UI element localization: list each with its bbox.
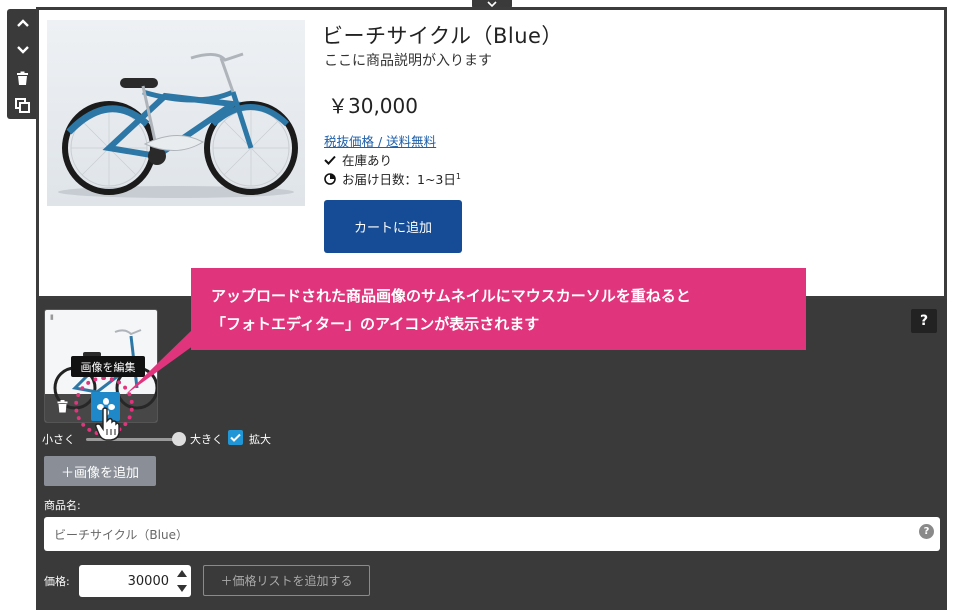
delivery-footnote: 1 [455, 171, 461, 181]
delete-block-button[interactable] [7, 65, 38, 91]
clock-icon [324, 172, 336, 185]
checkmark-icon [230, 433, 241, 442]
product-description: ここに商品説明が入ります [324, 53, 492, 69]
zoom-checkbox[interactable] [228, 430, 243, 445]
price-input[interactable] [79, 565, 191, 597]
size-small-label: 小さく [42, 433, 75, 446]
product-price: ￥30,000 [328, 94, 418, 118]
product-title: ビーチサイクル（Blue） [322, 24, 563, 48]
trash-icon [57, 399, 67, 412]
caret-down-icon[interactable] [177, 585, 187, 592]
product-name-input[interactable] [44, 517, 940, 551]
delivery-info: お届け日数：1~3日1 [324, 169, 461, 188]
callout-box: アップロードされた商品画像のサムネイルにマウスカーソルを重ねると 「フォトエディ… [191, 268, 806, 350]
zoom-label: 拡大 [249, 433, 271, 446]
delivery-label: お届け日数：1~3日1 [342, 169, 461, 188]
delivery-text: お届け日数：1~3日 [342, 172, 456, 187]
page: ビーチサイクル（Blue） ここに商品説明が入ります ￥30,000 税抜価格 … [0, 0, 960, 610]
thumbnail-size-control: 小さく 大きく 拡大 [42, 430, 292, 448]
product-preview: ビーチサイクル（Blue） ここに商品説明が入ります ￥30,000 税抜価格 … [36, 7, 947, 299]
product-name-label: 商品名: [44, 499, 81, 512]
check-icon [324, 155, 336, 165]
help-button[interactable]: ? [911, 309, 937, 333]
callout-line-2: 「フォトエディター」のアイコンが表示されます [211, 315, 540, 333]
move-down-button[interactable] [7, 37, 38, 63]
hand-cursor-icon [95, 407, 120, 441]
duplicate-block-button[interactable] [7, 92, 38, 118]
add-to-cart-button[interactable]: カートに追加 [324, 200, 462, 253]
size-large-label: 大きく [190, 433, 223, 446]
stock-label: 在庫あり [342, 153, 393, 168]
block-toolbar [7, 9, 38, 119]
caret-up-icon[interactable] [177, 570, 187, 577]
add-image-button[interactable]: ＋画像を追加 [44, 456, 156, 486]
move-up-button[interactable] [7, 10, 38, 36]
stock-status: 在庫あり [324, 150, 392, 169]
add-price-list-button[interactable]: ＋価格リストを追加する [203, 565, 370, 596]
callout-line-1: アップロードされた商品画像のサムネイルにマウスカーソルを重ねると [211, 287, 691, 305]
price-stepper[interactable] [176, 570, 188, 592]
question-icon[interactable]: ? [919, 524, 934, 539]
trash-icon [17, 71, 28, 85]
tax-shipping-link[interactable]: 税抜価格 / 送料無料 [324, 131, 436, 150]
chevron-down-icon [16, 46, 29, 54]
price-label: 価格: [44, 575, 70, 588]
drag-handle-icon[interactable]: ▮ [50, 313, 54, 321]
product-image [47, 20, 305, 206]
bicycle-image [58, 52, 298, 198]
chevron-up-icon [16, 19, 29, 27]
size-slider-knob[interactable] [172, 432, 186, 446]
delete-image-button[interactable] [54, 397, 70, 415]
copy-icon [15, 97, 30, 113]
